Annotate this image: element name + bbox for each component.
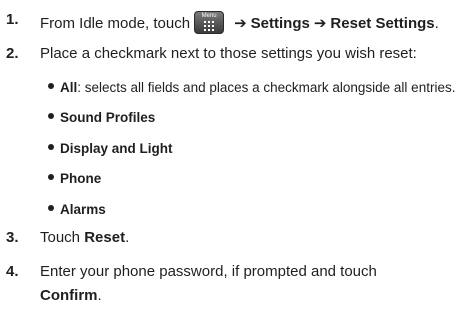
bullet-dot xyxy=(48,113,54,119)
confirm-label: Confirm xyxy=(40,287,98,304)
step-text: From Idle mode, touch Menu ➔ Settings ➔ Reset… xyxy=(40,11,439,34)
bullet-label: Alarms xyxy=(60,202,106,217)
step-text-part: . xyxy=(125,229,130,246)
step-number: 2. xyxy=(6,45,19,62)
arrow-icon: ➔ xyxy=(234,15,247,32)
bullet-text: Sound Profiles xyxy=(48,109,155,127)
grid-dots xyxy=(204,21,215,31)
step-text: Place a checkmark next to those settings… xyxy=(40,45,417,62)
bullet-dot xyxy=(48,174,54,180)
instruction-page: 1. From Idle mode, touch Menu ➔ Settings ➔ Re… xyxy=(0,0,474,312)
menu-icon-label: Menu xyxy=(201,13,217,19)
step-text: Enter your phone password, if prompted a… xyxy=(40,263,377,280)
step-text: Confirm. xyxy=(40,287,102,305)
bullet-description: : selects all fields and places a checkm… xyxy=(77,80,456,95)
menu-grid-icon: Menu xyxy=(194,11,225,34)
bullet-dot xyxy=(48,205,54,211)
bullet-text: Alarms xyxy=(48,201,106,219)
bullet-dot xyxy=(48,83,54,89)
step-text-part: . xyxy=(97,287,102,304)
bullet-text: All: selects all fields and places a che… xyxy=(48,79,455,97)
bullet-label: Phone xyxy=(60,171,102,186)
step-number: 3. xyxy=(6,229,19,246)
reset-settings-label: Reset Settings xyxy=(330,15,435,32)
step-text-part: From Idle mode, touch xyxy=(40,15,191,32)
bullet-label: Display and Light xyxy=(60,141,173,156)
bullet-text: Display and Light xyxy=(48,140,173,158)
bullet-label: All xyxy=(60,80,78,95)
step-text: Touch Reset. xyxy=(40,229,129,247)
arrow-icon: ➔ xyxy=(313,15,327,32)
reset-label: Reset xyxy=(84,229,126,246)
step-text-part: Touch xyxy=(40,229,81,246)
step-number: 1. xyxy=(6,11,19,28)
bullet-text: Phone xyxy=(48,170,101,188)
bullet-dot xyxy=(48,144,54,150)
settings-label: Settings xyxy=(250,15,310,32)
bullet-label: Sound Profiles xyxy=(60,110,156,125)
step-text-part: . xyxy=(434,15,439,32)
step-number: 4. xyxy=(6,263,19,280)
